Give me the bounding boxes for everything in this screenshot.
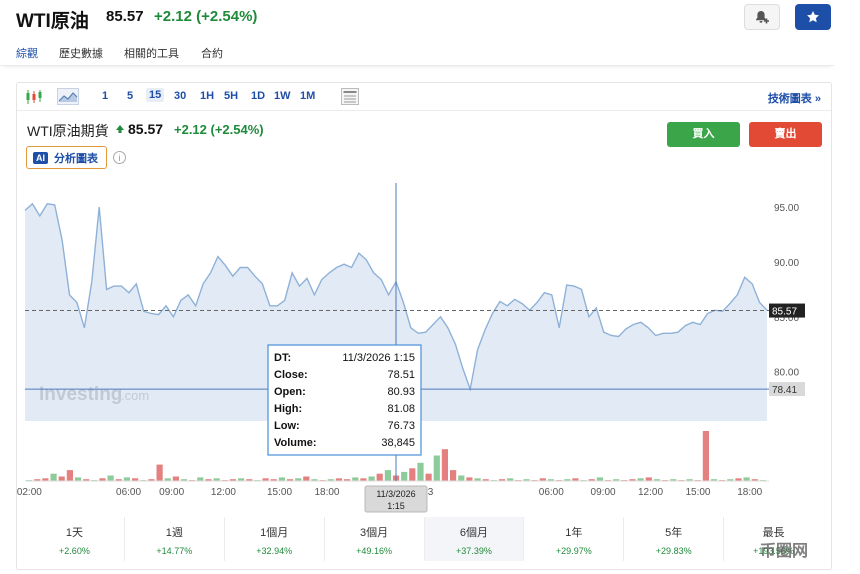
x-tick-label: 12:00 — [638, 487, 663, 498]
period-1d[interactable]: 1天 +2.60% — [25, 517, 125, 561]
header-change: +2.12 (+2.54%) — [154, 8, 258, 25]
period-1w[interactable]: 1週 +14.77% — [125, 517, 225, 561]
volume-bar — [433, 455, 440, 481]
volume-bar — [172, 476, 179, 481]
volume-bar — [441, 449, 448, 481]
period-6m[interactable]: 6個月 +37.39% — [424, 517, 525, 561]
subnav-history[interactable]: 歷史數據 — [59, 45, 103, 61]
tooltip-value: 80.93 — [387, 386, 415, 398]
price-chart[interactable]: Investing.com95.0090.0085.0080.0085.5702… — [17, 83, 831, 513]
volume-bar — [107, 475, 114, 481]
volume-bar — [702, 431, 709, 481]
tooltip-key: Open: — [274, 386, 306, 398]
chart-panel: 1 5 15 30 1H 5H 1D 1W 1M 技術圖表 » WTI原油期貨 … — [16, 82, 832, 570]
volume-bar — [352, 477, 359, 481]
period-3m[interactable]: 3個月 +49.16% — [325, 517, 425, 561]
watchlist-button[interactable] — [795, 4, 831, 30]
subnav-contracts[interactable]: 合約 — [201, 45, 223, 61]
volume-bar — [197, 477, 204, 481]
sub-navigation: 綜觀 歷史數據 相關的工具 合約 — [0, 36, 834, 66]
star-icon — [807, 11, 819, 23]
volume-bar — [376, 473, 383, 481]
tooltip-value: 76.73 — [387, 420, 415, 432]
crosshair-time-label: 1:15 — [387, 501, 405, 511]
tooltip-value: 81.08 — [387, 403, 415, 415]
volume-bar — [50, 473, 57, 481]
header: WTI原油 85.57 +2.12 (+2.54%) — [0, 0, 860, 36]
volume-bar — [303, 476, 310, 481]
tooltip-value: 78.51 — [387, 369, 415, 381]
volume-bar — [368, 476, 375, 481]
volume-bar — [66, 470, 73, 481]
alert-button[interactable] — [744, 4, 780, 30]
volume-bar — [645, 477, 652, 481]
period-5y[interactable]: 5年 +29.83% — [624, 517, 725, 561]
x-tick-label: 3 — [428, 487, 434, 498]
volume-bar — [384, 470, 391, 481]
chart-watermark: Investing — [39, 384, 122, 405]
x-tick-label: 18:00 — [314, 487, 339, 498]
volume-bar — [123, 477, 130, 481]
tooltip-key: Volume: — [274, 437, 317, 449]
tooltip-value: 38,845 — [381, 437, 415, 449]
volume-bar — [74, 477, 82, 481]
header-price: 85.57 — [106, 8, 144, 25]
page-title: WTI原油 — [16, 11, 89, 32]
x-tick-label: 09:00 — [159, 487, 184, 498]
y-tick-label: 95.00 — [774, 203, 799, 214]
x-tick-label: 09:00 — [591, 487, 616, 498]
volume-bar — [156, 464, 163, 481]
x-tick-label: 02:00 — [17, 487, 42, 498]
y-tick-label: 80.00 — [774, 368, 799, 379]
period-1m[interactable]: 1個月 +32.94% — [225, 517, 325, 561]
x-tick-label: 15:00 — [685, 487, 710, 498]
tooltip-key: Close: — [274, 369, 308, 381]
last-price-label: 85.57 — [772, 307, 797, 318]
chart-watermark-suffix: .com — [121, 388, 149, 403]
crosshair-price-label: 78.41 — [772, 385, 797, 396]
volume-bar — [409, 468, 416, 481]
volume-bar — [278, 477, 285, 481]
volume-bar — [401, 471, 408, 481]
subnav-overview[interactable]: 綜觀 — [16, 45, 38, 61]
x-tick-label: 18:00 — [737, 487, 762, 498]
volume-bar — [743, 477, 750, 481]
x-tick-label: 15:00 — [267, 487, 292, 498]
tooltip-value: 11/3/2026 1:15 — [342, 352, 415, 364]
subnav-related[interactable]: 相關的工具 — [124, 45, 179, 61]
bell-plus-icon — [756, 11, 769, 24]
tooltip-key: DT: — [274, 352, 291, 364]
site-watermark: 币圈网 — [760, 543, 809, 560]
volume-bar — [458, 475, 465, 481]
period-1y[interactable]: 1年 +29.97% — [524, 517, 625, 561]
x-tick-label: 06:00 — [116, 487, 141, 498]
volume-bar — [417, 462, 424, 481]
x-tick-label: 06:00 — [539, 487, 564, 498]
tooltip-key: High: — [274, 403, 302, 415]
tooltip-key: Low: — [274, 420, 300, 432]
volume-bar — [450, 470, 457, 481]
period-performance: 1天 +2.60% 1週 +14.77% 1個月 +32.94% 3個月 +49.16%… — [25, 517, 823, 561]
volume-bar — [425, 473, 432, 481]
volume-bar — [58, 476, 65, 481]
volume-bar — [596, 477, 603, 481]
x-tick-label: 12:00 — [211, 487, 236, 498]
volume-bar — [466, 477, 473, 481]
y-tick-label: 90.00 — [774, 258, 799, 269]
crosshair-date-label: 11/3/2026 — [376, 489, 415, 499]
